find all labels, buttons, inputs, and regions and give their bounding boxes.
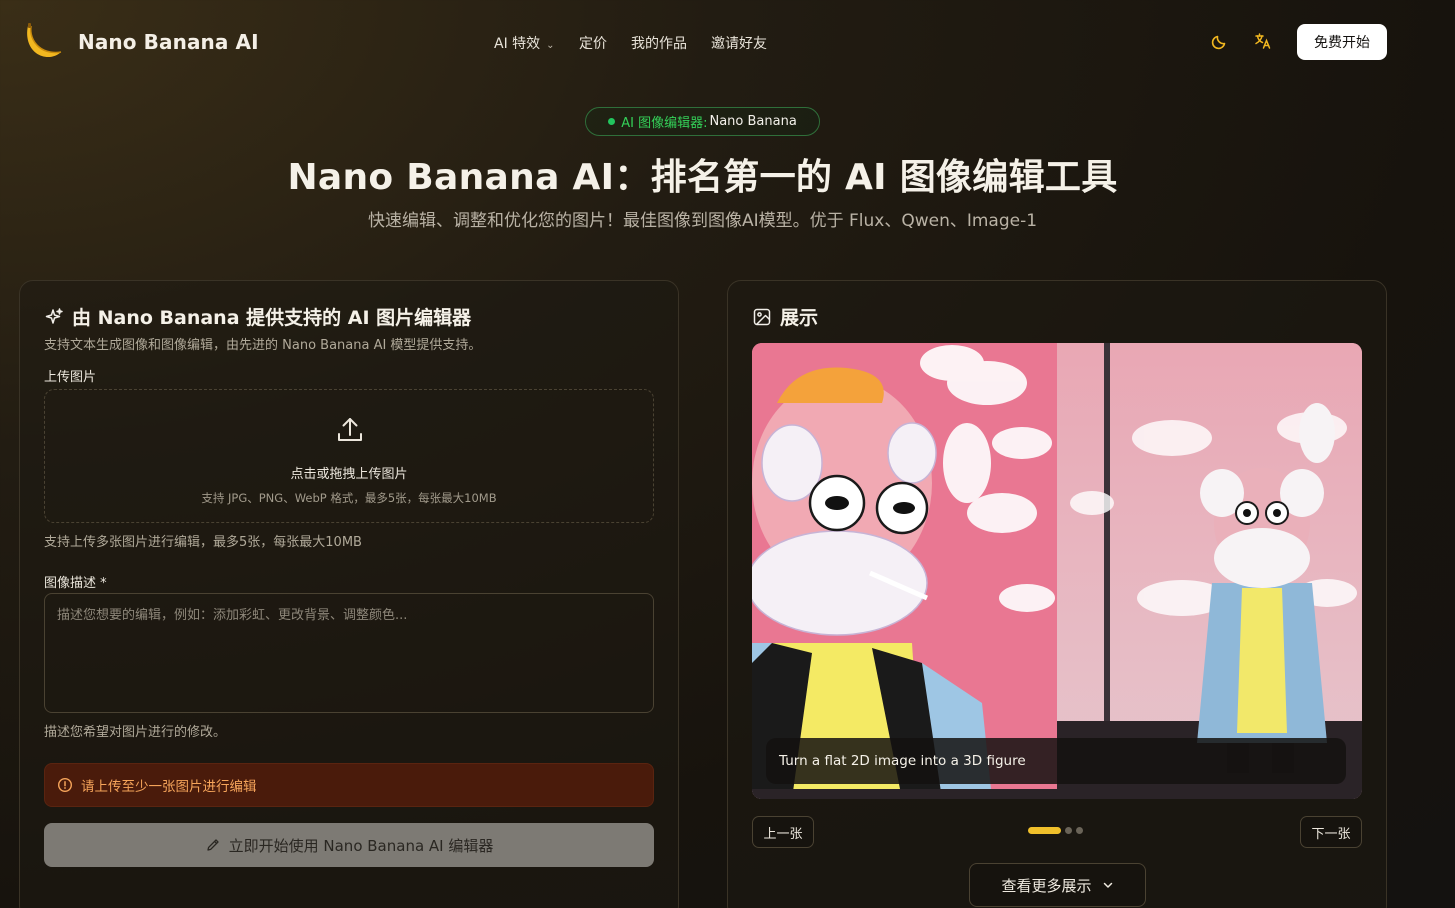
free-start-button[interactable]: 免费开始	[1297, 24, 1387, 60]
hero-badge: AI 图像编辑器: Nano Banana	[585, 107, 820, 136]
description-note: 描述您希望对图片进行的修改。	[44, 725, 227, 740]
sparkles-icon	[45, 307, 63, 324]
editor-panel: 由 Nano Banana 提供支持的 AI 图片编辑器 支持文本生成图像和图像…	[19, 280, 679, 908]
moon-icon[interactable]	[1210, 31, 1230, 51]
nav-pricing[interactable]: 定价	[579, 33, 607, 53]
status-dot-icon	[608, 118, 616, 125]
upload-icon	[338, 418, 362, 441]
nav-ai-effects[interactable]: AI 特效 ⌄	[494, 33, 555, 53]
prev-slide-button[interactable]: 上一张	[752, 816, 814, 848]
upload-note: 支持上传多张图片进行编辑，最多5张，每张最大10MB	[44, 535, 362, 550]
upload-main-text: 点击或拖拽上传图片	[290, 467, 408, 482]
chevron-down-icon	[1103, 882, 1112, 888]
next-slide-button[interactable]: 下一张	[1300, 816, 1362, 848]
slide-indicators	[1028, 827, 1083, 834]
upload-dropzone[interactable]: 点击或拖拽上传图片 支持 JPG、PNG、WebP 格式，最多5张，每张最大10…	[44, 389, 654, 523]
page-title: Nano Banana AI：排名第一的 AI 图像编辑工具	[287, 157, 1118, 198]
editor-subtitle: 支持文本生成图像和图像编辑，由先进的 Nano Banana AI 模型提供支持…	[44, 338, 482, 353]
slide-dot-3[interactable]	[1076, 827, 1083, 834]
showcase-title-text: 展示	[780, 307, 819, 329]
image-icon	[753, 308, 771, 325]
chevron-down-icon: ⌄	[546, 40, 555, 51]
brand-name[interactable]: Nano Banana AI	[78, 30, 259, 54]
error-alert: 请上传至少一张图片进行编辑	[44, 763, 654, 807]
showcase-image[interactable]: Turn a flat 2D image into a 3D figure	[752, 343, 1362, 799]
slide-dot-1[interactable]	[1028, 827, 1061, 834]
badge-label: AI 图像编辑器:	[621, 116, 708, 131]
banana-logo-icon[interactable]	[22, 22, 64, 62]
top-nav-bar: Nano Banana AI AI 特效 ⌄ 定价 我的作品 邀请好友 免费开始	[0, 0, 1455, 84]
view-more-button[interactable]: 查看更多展示	[969, 863, 1146, 907]
description-input[interactable]	[44, 593, 654, 713]
showcase-illustration	[752, 343, 1362, 799]
showcase-panel: 展示 Turn a flat 2D image into a 3D figure…	[727, 280, 1387, 908]
editor-title: 由 Nano Banana 提供支持的 AI 图片编辑器	[44, 303, 471, 330]
start-editor-label: 立即开始使用 Nano Banana AI 编辑器	[228, 836, 494, 855]
slide-dot-2[interactable]	[1065, 827, 1072, 834]
nav-my-works[interactable]: 我的作品	[631, 33, 687, 53]
editor-title-text: 由 Nano Banana 提供支持的 AI 图片编辑器	[72, 307, 472, 329]
language-icon[interactable]	[1253, 31, 1273, 51]
error-text: 请上传至少一张图片进行编辑	[81, 779, 257, 795]
showcase-title: 展示	[752, 303, 818, 330]
badge-product: Nano Banana	[709, 114, 797, 129]
page-subtitle: 快速编辑、调整和优化您的图片！最佳图像到图像AI模型。优于 Flux、Qwen、…	[367, 211, 1038, 231]
view-more-label: 查看更多展示	[1001, 876, 1092, 895]
pencil-icon	[206, 839, 219, 851]
upload-hint: 支持 JPG、PNG、WebP 格式，最多5张，每张最大10MB	[201, 491, 497, 505]
nav-invite-friends[interactable]: 邀请好友	[711, 33, 767, 53]
nav-ai-effects-label: AI 特效	[494, 36, 541, 52]
image-caption: Turn a flat 2D image into a 3D figure	[766, 738, 1346, 784]
description-label: 图像描述 *	[44, 576, 107, 591]
alert-circle-icon	[57, 777, 73, 793]
upload-label: 上传图片	[44, 370, 97, 385]
start-editor-button[interactable]: 立即开始使用 Nano Banana AI 编辑器	[44, 823, 654, 867]
